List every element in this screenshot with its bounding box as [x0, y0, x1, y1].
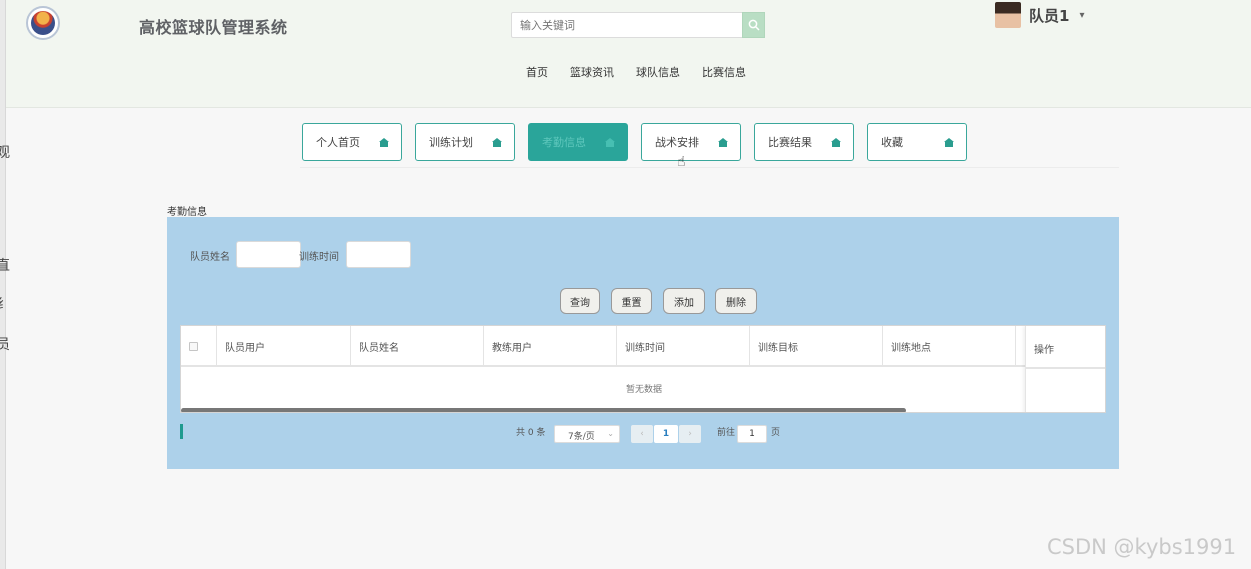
tab-attendance[interactable]: 考勤信息	[528, 123, 628, 161]
tab-label: 比赛结果	[768, 136, 812, 149]
attendance-table: 队员用户 队员姓名 教练用户 训练时间 训练目标 训练地点 暂无数据 操作	[180, 325, 1106, 413]
chevron-right-icon: ›	[688, 429, 692, 439]
search-input[interactable]	[511, 12, 743, 38]
empty-state-text: 暂无数据	[625, 385, 662, 395]
search-button[interactable]	[742, 12, 765, 38]
reset-button[interactable]: 重置	[611, 288, 652, 314]
column-header[interactable]: 训练目标	[750, 326, 883, 367]
goto-page-input[interactable]: 1	[737, 425, 767, 443]
chevron-left-icon: ‹	[640, 429, 644, 439]
tab-label: 个人首页	[316, 136, 360, 149]
column-header[interactable]: 队员姓名	[351, 326, 484, 367]
page-suffix: 页	[771, 428, 781, 438]
next-page-button[interactable]: ›	[679, 425, 701, 443]
user-name: 队员1	[1029, 6, 1070, 25]
search-icon	[748, 19, 760, 31]
select-all-cell	[181, 326, 217, 367]
tab-favorites[interactable]: 收藏	[867, 123, 967, 161]
tab-label: 考勤信息	[542, 136, 586, 149]
edge-glyph: 观	[0, 145, 10, 161]
avatar	[995, 2, 1021, 28]
column-header[interactable]: 教练用户	[484, 326, 617, 367]
divider	[1026, 367, 1105, 369]
time-filter-label: 训练时间	[299, 252, 339, 263]
user-menu[interactable]: 队员1 ▾	[995, 2, 1084, 28]
home-icon	[492, 137, 502, 147]
nav-news[interactable]: 篮球资讯	[570, 64, 614, 80]
tab-tactics[interactable]: 战术安排	[641, 123, 741, 161]
site-title: 高校篮球队管理系统	[139, 18, 288, 37]
column-header[interactable]: 训练时间	[617, 326, 750, 367]
horizontal-scrollbar[interactable]	[181, 408, 906, 412]
page-size-select[interactable]: 7条/页 ⌄	[554, 425, 620, 443]
top-nav: 首页 篮球资讯 球队信息 比赛信息	[526, 64, 768, 80]
tab-personal-home[interactable]: 个人首页	[302, 123, 402, 161]
nav-team-info[interactable]: 球队信息	[636, 64, 680, 80]
query-button[interactable]: 查询	[560, 288, 600, 314]
delete-button[interactable]: 删除	[715, 288, 757, 314]
name-filter-input[interactable]	[236, 241, 301, 268]
chevron-down-icon: ▾	[1079, 9, 1085, 21]
home-icon	[605, 137, 615, 147]
name-filter-label: 队员姓名	[190, 252, 230, 263]
chevron-down-icon: ⌄	[607, 429, 614, 438]
section-title: 考勤信息	[167, 207, 207, 218]
tab-match-results[interactable]: 比赛结果	[754, 123, 854, 161]
select-all-checkbox[interactable]	[189, 342, 198, 351]
goto-label: 前往	[717, 428, 736, 438]
edge-glyph: 纟	[0, 297, 10, 313]
prev-page-button[interactable]: ‹	[631, 425, 653, 443]
accent-marker	[180, 424, 183, 439]
divider	[300, 167, 1119, 168]
center-tabs: 个人首页 训练计划 考勤信息 战术安排 比赛结果 收藏	[302, 123, 980, 161]
total-count: 共 0 条	[516, 428, 546, 438]
column-header[interactable]: 训练地点	[883, 326, 1016, 367]
page-size-value: 7条/页	[568, 432, 595, 442]
operations-column: 操作	[1025, 326, 1105, 412]
site-header: 高校篮球队管理系统 队员1 ▾ 首页 篮球资讯 球队信息 比赛信息	[6, 0, 1251, 108]
home-icon	[718, 137, 728, 147]
nav-home[interactable]: 首页	[526, 64, 548, 80]
home-icon	[379, 137, 389, 147]
watermark: CSDN @kybs1991	[1047, 535, 1237, 559]
tab-label: 收藏	[881, 136, 903, 149]
table-header: 队员用户 队员姓名 教练用户 训练时间 训练目标 训练地点	[181, 326, 1105, 367]
page-number-current[interactable]: 1	[654, 425, 678, 443]
edge-glyph: 直	[0, 258, 10, 274]
tab-label: 训练计划	[429, 136, 473, 149]
nav-match-info[interactable]: 比赛信息	[702, 64, 746, 80]
home-icon	[944, 137, 954, 147]
edge-glyph: 员	[0, 337, 10, 353]
tab-training-plan[interactable]: 训练计划	[415, 123, 515, 161]
time-filter-input[interactable]	[346, 241, 411, 268]
column-header: 操作	[1034, 345, 1054, 356]
add-button[interactable]: 添加	[663, 288, 705, 314]
logo-emblem-icon	[31, 11, 55, 35]
hand-cursor-icon: ☝	[677, 154, 686, 170]
school-logo[interactable]	[26, 6, 60, 40]
column-header[interactable]: 队员用户	[217, 326, 351, 367]
attendance-panel: 队员姓名 训练时间 查询 重置 添加 删除 队员用户 队员姓名 教练用户 训练时…	[167, 217, 1119, 469]
tab-label: 战术安排	[655, 136, 699, 149]
home-icon	[831, 137, 841, 147]
